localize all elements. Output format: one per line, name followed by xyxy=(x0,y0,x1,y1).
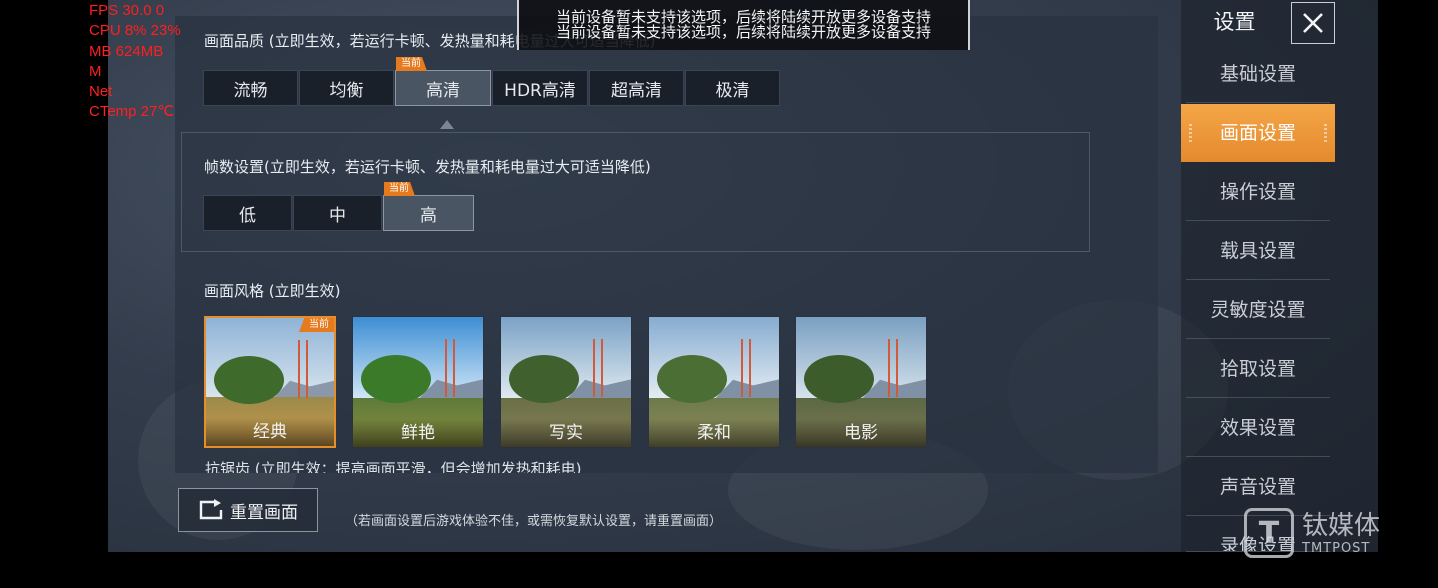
tmtpost-logo-icon: T xyxy=(1244,508,1294,558)
reset-label: 重置画面 xyxy=(230,502,298,523)
watermark-en: TMTPOST xyxy=(1302,540,1371,556)
fps-option-medium[interactable]: 中 xyxy=(293,195,382,231)
option-label: 高清 xyxy=(426,80,460,101)
perf-line: FPS 30.0 0 xyxy=(89,2,165,19)
reset-graphics-button[interactable]: 重置画面 xyxy=(178,488,318,532)
performance-overlay: FPS 30.0 0 CPU 8% 23% MB 624MB M Net CTe… xyxy=(89,1,181,123)
tree xyxy=(657,355,727,403)
tower xyxy=(888,339,898,397)
antialias-section-title: 抗锯齿 (立即生效：提高画面平滑，但会增加发热和耗电) xyxy=(205,460,582,473)
style-label: 写实 xyxy=(501,419,631,447)
style-section-title: 画面风格 (立即生效) xyxy=(204,282,341,300)
style-card-cinema[interactable]: 电影 xyxy=(795,316,927,448)
fps-option-high[interactable]: 当前高 xyxy=(383,182,474,231)
current-badge: 当前 xyxy=(396,57,427,71)
sidebar-item-basic[interactable]: 基础设置 xyxy=(1186,45,1330,103)
tree xyxy=(509,355,579,403)
fps-section-title: 帧数设置(立即生效，若运行卡顿、发热量和耗电量过大可适当降低) xyxy=(204,158,651,176)
perf-line: MB 624MB xyxy=(89,42,164,60)
style-card-realistic[interactable]: 写实 xyxy=(500,316,632,448)
quality-option-smooth[interactable]: 流畅 xyxy=(203,70,298,106)
option-label: 高 xyxy=(420,205,437,226)
perf-line: CTemp 27℃ xyxy=(89,103,175,121)
option-label: 均衡 xyxy=(329,80,364,101)
tree xyxy=(804,355,874,403)
current-badge: 当前 xyxy=(299,318,334,332)
tmtpost-watermark: T 钛媒体 TMTPOST xyxy=(1244,508,1380,558)
style-label: 鲜艳 xyxy=(353,419,483,447)
quality-option-extreme[interactable]: 极清 xyxy=(685,70,780,106)
sidebar-item-label: 画面设置 xyxy=(1219,122,1296,144)
quality-option-ultra[interactable]: 超高清 xyxy=(589,70,684,106)
grip-dots-icon xyxy=(1324,124,1327,142)
close-button[interactable] xyxy=(1291,2,1335,44)
style-label: 电影 xyxy=(796,419,926,447)
option-label: 极清 xyxy=(715,80,750,101)
perf-line: CPU 8% 23% xyxy=(89,22,181,40)
tower xyxy=(741,339,751,397)
style-label: 柔和 xyxy=(649,419,779,447)
sidebar-item-effects[interactable]: 效果设置 xyxy=(1186,399,1330,457)
option-label: 中 xyxy=(329,205,346,226)
quality-option-hdr[interactable]: HDR高清 xyxy=(492,70,588,106)
style-card-vivid[interactable]: 鲜艳 xyxy=(352,316,484,448)
option-label: 低 xyxy=(239,205,256,226)
caret-up-icon xyxy=(440,120,454,129)
tower xyxy=(298,340,308,398)
tower xyxy=(445,339,455,397)
option-label: 超高清 xyxy=(611,80,662,101)
style-label: 经典 xyxy=(206,418,334,446)
option-label: 流畅 xyxy=(233,80,268,101)
quality-option-hd[interactable]: 当前高清 xyxy=(395,57,491,106)
fps-settings-box xyxy=(181,132,1090,252)
close-icon xyxy=(1303,13,1323,33)
watermark-text: 钛媒体 TMTPOST xyxy=(1302,511,1380,556)
perf-line: Net xyxy=(89,83,113,101)
quality-option-balanced[interactable]: 均衡 xyxy=(299,70,394,106)
unsupported-toast: 当前设备暂未支持该选项，后续将陆续开放更多设备支持 当前设备暂未支持该选项，后续… xyxy=(517,0,970,50)
tower xyxy=(593,339,603,397)
sidebar-item-pickup[interactable]: 拾取设置 xyxy=(1186,340,1330,398)
sidebar-item-sensitivity[interactable]: 灵敏度设置 xyxy=(1186,281,1330,339)
grip-dots-icon xyxy=(1189,124,1192,142)
settings-title: 设置 xyxy=(1213,10,1256,34)
sidebar-item-graphics[interactable]: 画面设置 xyxy=(1181,104,1335,162)
current-badge: 当前 xyxy=(384,182,415,196)
sidebar-item-controls[interactable]: 操作设置 xyxy=(1186,163,1330,221)
option-label: HDR高清 xyxy=(504,80,576,101)
sidebar-item-vehicle[interactable]: 载具设置 xyxy=(1186,222,1330,280)
tree xyxy=(361,355,431,403)
reset-note: （若画面设置后游戏体验不佳，或需恢复默认设置，请重置画面） xyxy=(345,514,723,529)
fps-options: 低 中 当前高 xyxy=(203,182,475,231)
quality-options: 流畅 均衡 当前高清 HDR高清 超高清 极清 xyxy=(203,57,781,106)
watermark-cn: 钛媒体 xyxy=(1302,510,1381,541)
perf-line: M xyxy=(89,62,102,80)
fps-option-low[interactable]: 低 xyxy=(203,195,292,231)
style-card-classic[interactable]: 当前 经典 xyxy=(204,316,336,448)
tree xyxy=(214,356,284,404)
reset-icon xyxy=(199,499,223,520)
style-card-soft[interactable]: 柔和 xyxy=(648,316,780,448)
toast-text-shadow: 当前设备暂未支持该选项，后续将陆续开放更多设备支持 xyxy=(555,23,931,41)
